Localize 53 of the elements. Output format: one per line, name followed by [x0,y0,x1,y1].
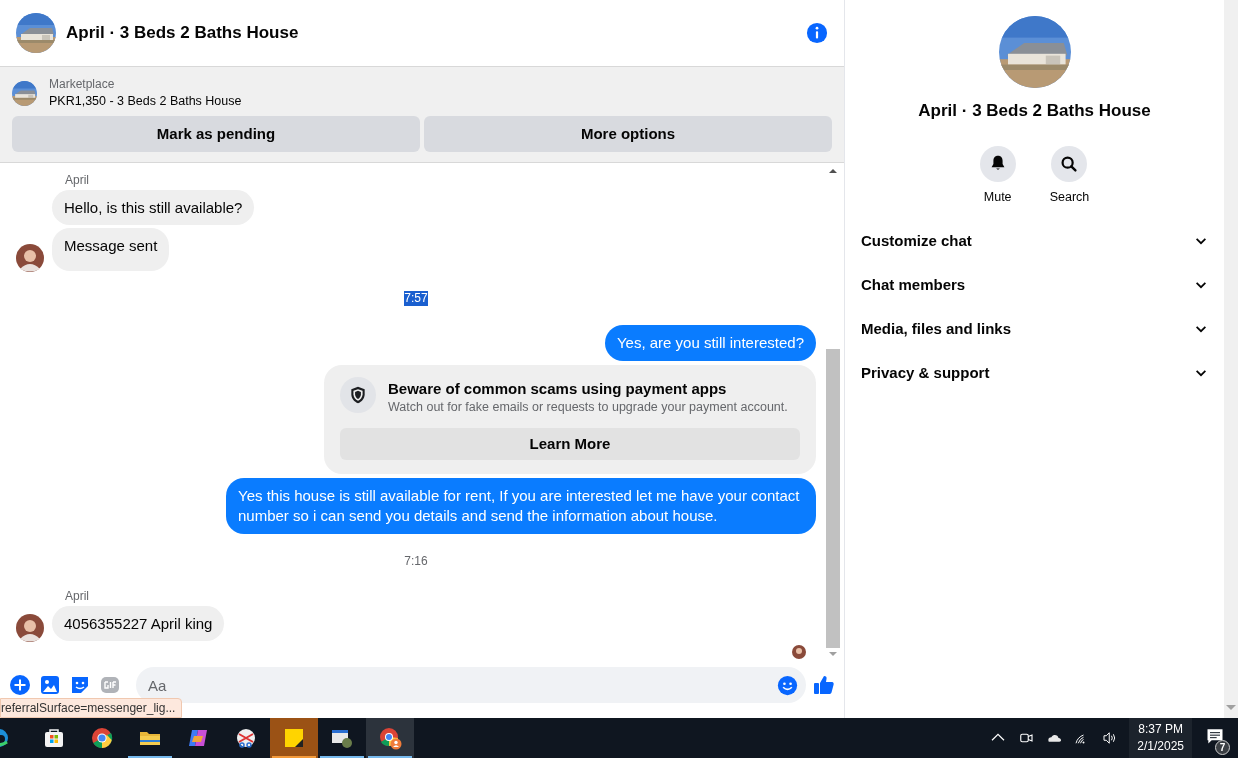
taskbar-app-button[interactable] [366,718,414,758]
timestamp: 7:16 [404,554,428,569]
status-url-tooltip: referralSurface=messenger_lig... [0,698,183,718]
timestamp: 7:57 [404,291,428,306]
action-label: Search [1049,188,1090,206]
section-label: Customize chat [861,231,972,251]
action-label: Mute [983,188,1012,206]
info-icon[interactable] [806,22,828,44]
message-field[interactable]: Aa [136,667,806,703]
message-bubble: 4056355227 April king [52,606,225,641]
section-row[interactable]: Media, files and links [853,307,1216,352]
image-icon[interactable] [38,673,62,697]
notification-count: 7 [1215,740,1230,755]
sender-name: April [65,589,90,603]
sender-name: April [65,173,90,187]
search-button[interactable] [1051,145,1088,182]
avatar-icon [16,614,44,642]
emoji-icon[interactable] [777,674,798,696]
clock-time: 8:37 PM [1138,721,1183,738]
seen-avatar-icon [792,645,806,659]
browser-icon [90,726,114,750]
message-bubble: Yes this house is still available for rent, If you are interested let me have your contact number so i can send you details and send the information about house. [226,478,816,534]
listing-button[interactable]: Mark as pending [12,116,420,152]
listing-button[interactable]: More options [424,116,832,152]
message-bubble: Yes, are you still interested? [604,325,816,361]
shield-icon [340,377,376,413]
section-label: Chat members [861,275,966,295]
section-label: Media, files and links [861,319,1012,339]
section-label: Privacy & support [861,363,990,383]
shopping-bag-icon [42,726,66,750]
avatar-icon [16,244,44,272]
notification-button[interactable]: 7 [1192,718,1238,758]
learn-more-button[interactable]: Learn More [340,428,800,460]
bell-button[interactable] [979,145,1016,182]
plus-icon[interactable] [8,673,32,697]
conversation-title: April · 3 Beds 2 Baths House [918,100,1151,122]
chat-title: April · 3 Beds 2 Baths House [66,22,300,45]
clock-date: 2/1/2025 [1137,738,1184,755]
section-row[interactable]: Chat members [853,263,1216,308]
message-bubble: Hello, is this still available? [52,190,255,225]
page-scrollbar[interactable] [1224,0,1238,718]
warning-text: Watch out for fake emails or requests to upgrade your payment account. [388,399,788,416]
taskbar-clock[interactable]: 8:37 PM 2/1/2025 [1129,718,1192,758]
section-row[interactable]: Privacy & support [853,351,1216,396]
section-row[interactable]: Customize chat [853,219,1216,264]
message-bubble: Message sent [52,228,170,271]
sticky-note-icon [282,726,306,750]
scissors-icon [234,726,258,750]
browser-profile-icon [378,726,402,750]
warning-title: Beware of common scams using payment apps [388,379,728,398]
listing-title: PKR1,350 - 3 Beds 2 Baths House [49,93,242,110]
listing-label: Marketplace [49,76,116,92]
thumbs-up-icon[interactable] [812,673,836,697]
